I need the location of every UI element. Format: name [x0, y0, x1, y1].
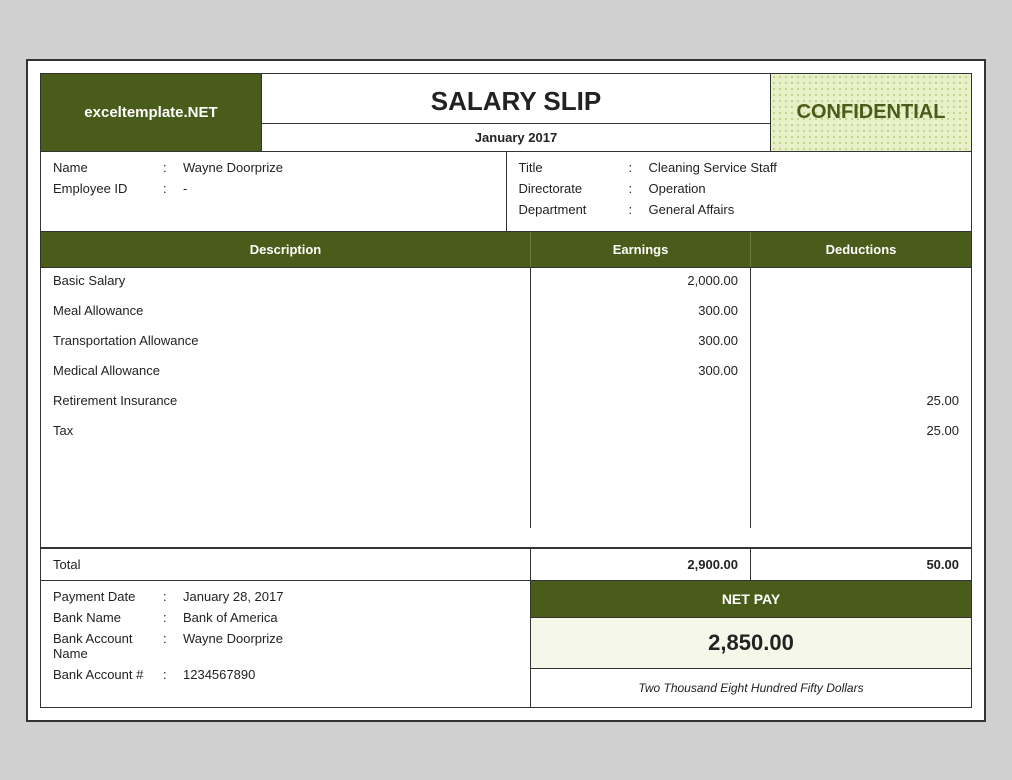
department-label: Department [519, 202, 629, 217]
table-body: Basic Salary 2,000.00 Meal Allowance 300… [40, 268, 972, 548]
logo-text: exceltemplate.NET [84, 104, 217, 121]
row-3-deductions [751, 358, 971, 388]
table-row: Tax 25.00 [41, 418, 971, 448]
payment-date-value: January 28, 2017 [183, 589, 283, 604]
confidential-text: CONFIDENTIAL [797, 101, 946, 124]
row-0-desc: Basic Salary [41, 268, 531, 298]
bank-account-name-value: Wayne Doorprize [183, 631, 283, 646]
name-label: Name [53, 160, 163, 175]
spacer-earn [531, 448, 751, 528]
bank-name-label: Bank Name [53, 610, 163, 625]
total-deductions: 50.00 [751, 549, 971, 580]
name-value: Wayne Doorprize [183, 160, 283, 175]
employee-id-row: Employee ID : - [53, 181, 494, 196]
row-2-earnings: 300.00 [531, 328, 751, 358]
bank-account-name-label: Bank Account Name [53, 631, 163, 661]
table-row: Transportation Allowance 300.00 [41, 328, 971, 358]
row-3-desc: Medical Allowance [41, 358, 531, 388]
confidential-banner: CONFIDENTIAL [771, 74, 971, 151]
table-header: Description Earnings Deductions [40, 232, 972, 268]
logo: exceltemplate.NET [41, 74, 261, 151]
total-label: Total [41, 549, 531, 580]
table-row: Meal Allowance 300.00 [41, 298, 971, 328]
total-row: Total 2,900.00 50.00 [40, 548, 972, 581]
name-colon: : [163, 160, 183, 175]
employee-id-colon: : [163, 181, 183, 196]
name-row: Name : Wayne Doorprize [53, 160, 494, 175]
department-value: General Affairs [649, 202, 735, 217]
department-colon: : [629, 202, 649, 217]
row-5-desc: Tax [41, 418, 531, 448]
table-row: Medical Allowance 300.00 [41, 358, 971, 388]
row-2-deductions [751, 328, 971, 358]
row-4-deductions: 25.00 [751, 388, 971, 418]
row-1-desc: Meal Allowance [41, 298, 531, 328]
row-0-earnings: 2,000.00 [531, 268, 751, 298]
row-5-deductions: 25.00 [751, 418, 971, 448]
col-earnings-header: Earnings [531, 232, 751, 267]
row-4-desc: Retirement Insurance [41, 388, 531, 418]
table-row: Retirement Insurance 25.00 [41, 388, 971, 418]
row-1-earnings: 300.00 [531, 298, 751, 328]
col-description-header: Description [41, 232, 531, 267]
row-5-earnings [531, 418, 751, 448]
header: exceltemplate.NET SALARY SLIP January 20… [40, 73, 972, 152]
bank-account-num-colon: : [163, 667, 183, 682]
bank-account-num-value: 1234567890 [183, 667, 255, 682]
payment-date-colon: : [163, 589, 183, 604]
employee-id-label: Employee ID [53, 181, 163, 196]
row-3-earnings: 300.00 [531, 358, 751, 388]
row-0-deductions [751, 268, 971, 298]
row-4-earnings [531, 388, 751, 418]
employee-info-right: Title : Cleaning Service Staff Directora… [507, 152, 972, 231]
employee-info-left: Name : Wayne Doorprize Employee ID : - [41, 152, 507, 231]
row-1-deductions [751, 298, 971, 328]
net-pay-header: NET PAY [531, 581, 971, 618]
salary-slip-document: exceltemplate.NET SALARY SLIP January 20… [26, 59, 986, 722]
spacer-desc [41, 448, 531, 528]
directorate-label: Directorate [519, 181, 629, 196]
net-pay-words: Two Thousand Eight Hundred Fifty Dollars [531, 669, 971, 707]
title-row: Title : Cleaning Service Staff [519, 160, 960, 175]
header-center: SALARY SLIP January 2017 [261, 74, 771, 151]
col-deductions-header: Deductions [751, 232, 971, 267]
title-colon: : [629, 160, 649, 175]
bottom-section: Payment Date : January 28, 2017 Bank Nam… [40, 581, 972, 708]
spacer-ded [751, 448, 971, 528]
department-row: Department : General Affairs [519, 202, 960, 217]
bank-name-value: Bank of America [183, 610, 278, 625]
bank-name-row: Bank Name : Bank of America [53, 610, 518, 625]
document-title: SALARY SLIP [262, 74, 770, 123]
title-value: Cleaning Service Staff [649, 160, 777, 175]
title-label: Title [519, 160, 629, 175]
row-2-desc: Transportation Allowance [41, 328, 531, 358]
document-month: January 2017 [262, 123, 770, 151]
total-earnings: 2,900.00 [531, 549, 751, 580]
table-spacer [41, 448, 971, 528]
directorate-row: Directorate : Operation [519, 181, 960, 196]
bank-name-colon: : [163, 610, 183, 625]
bank-account-num-row: Bank Account # : 1234567890 [53, 667, 518, 682]
bank-account-num-label: Bank Account # [53, 667, 163, 682]
directorate-colon: : [629, 181, 649, 196]
payment-info: Payment Date : January 28, 2017 Bank Nam… [41, 581, 531, 707]
net-pay-amount: 2,850.00 [531, 618, 971, 669]
employee-info: Name : Wayne Doorprize Employee ID : - T… [40, 152, 972, 232]
net-pay-section: NET PAY 2,850.00 Two Thousand Eight Hund… [531, 581, 971, 707]
directorate-value: Operation [649, 181, 706, 196]
payment-date-label: Payment Date [53, 589, 163, 604]
bank-account-name-colon: : [163, 631, 183, 646]
employee-id-value: - [183, 181, 187, 196]
bank-account-name-row: Bank Account Name : Wayne Doorprize [53, 631, 518, 661]
table-row: Basic Salary 2,000.00 [41, 268, 971, 298]
payment-date-row: Payment Date : January 28, 2017 [53, 589, 518, 604]
